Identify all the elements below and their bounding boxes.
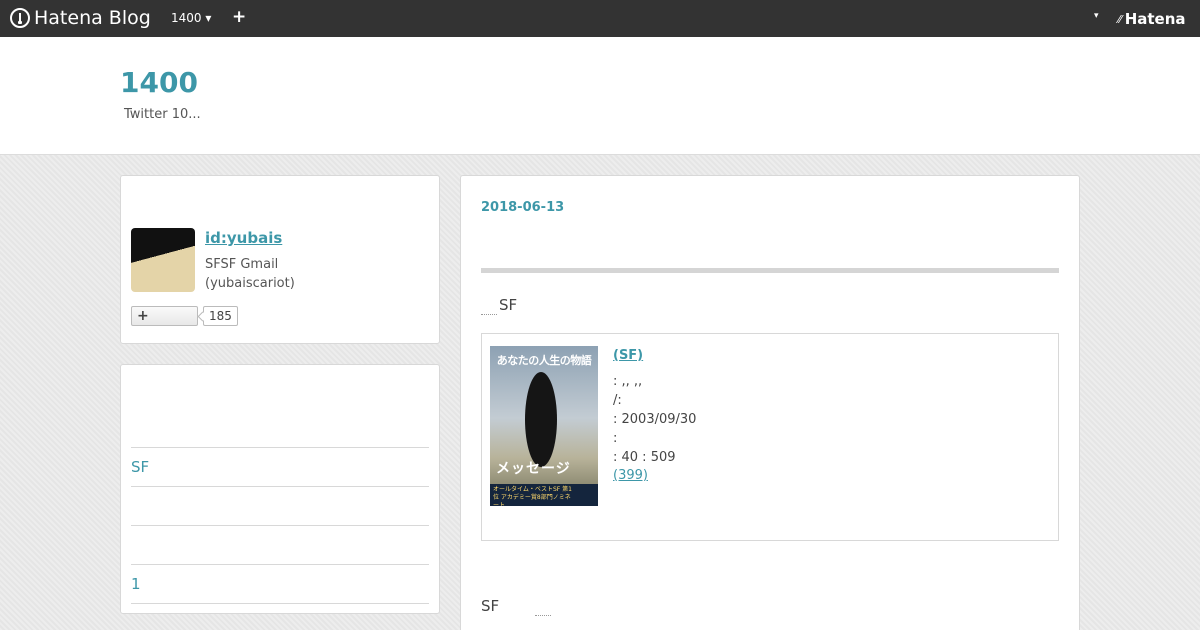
divider bbox=[131, 564, 429, 565]
book-cover[interactable]: あなたの人生の物語 メッセージ オールタイム・ベストSF 第1位 アカデミー賞8… bbox=[490, 346, 598, 506]
divider bbox=[131, 447, 429, 448]
book-stats: : 40 : 509 bbox=[613, 450, 676, 465]
profile-description: SFSF Gmail (yubaiscariot) bbox=[205, 255, 295, 293]
brand-name: Hatena Blog bbox=[34, 7, 151, 29]
hatena-circle-icon bbox=[10, 8, 30, 28]
book-media: : bbox=[613, 431, 618, 446]
post-date[interactable]: 2018-06-13 bbox=[481, 200, 564, 215]
cover-movie-title: メッセージ bbox=[496, 461, 571, 477]
category-module: SF 1 bbox=[120, 364, 440, 614]
avatar[interactable] bbox=[131, 228, 195, 292]
hatena-blog-logo[interactable]: Hatena Blog bbox=[10, 7, 151, 29]
divider bbox=[131, 486, 429, 487]
book-publisher: /: bbox=[613, 393, 622, 408]
global-header: Hatena Blog 1400 ▾ + ▾ ⁄⁄ Hatena bbox=[0, 0, 1200, 37]
divider bbox=[131, 603, 429, 604]
cover-band-text: オールタイム・ベストSF 第1位 アカデミー賞8部門ノミネート bbox=[493, 486, 572, 506]
follower-count: 185 bbox=[203, 306, 238, 326]
keyword-link[interactable] bbox=[535, 615, 551, 616]
article: 2018-06-13 SF あなたの人生の物語 メッセージ オールタイム・ベスト… bbox=[460, 175, 1080, 630]
follow-button[interactable]: + bbox=[131, 306, 198, 326]
category-item[interactable]: SF bbox=[131, 458, 149, 476]
next-section-text: SF bbox=[481, 597, 500, 615]
book-author: : ,, ,, bbox=[613, 374, 643, 389]
cover-title: あなたの人生の物語 bbox=[496, 354, 592, 367]
profile-module: id:yubais SFSF Gmail (yubaiscariot) + 18… bbox=[120, 175, 440, 344]
book-card: あなたの人生の物語 メッセージ オールタイム・ベストSF 第1位 アカデミー賞8… bbox=[481, 333, 1059, 541]
intro-text: SF bbox=[499, 296, 518, 314]
hatena-text: Hatena bbox=[1124, 10, 1186, 28]
book-release-date: : 2003/09/30 bbox=[613, 412, 697, 427]
profile-id-link[interactable]: id:yubais bbox=[205, 229, 282, 247]
title-rule bbox=[481, 268, 1059, 273]
review-count-link[interactable]: (399) bbox=[613, 468, 648, 483]
book-title-link[interactable]: (SF) bbox=[613, 348, 643, 363]
blog-header: 1400 Twitter 10... bbox=[0, 37, 1200, 155]
divider bbox=[131, 525, 429, 526]
blog-description: Twitter 10... bbox=[124, 107, 201, 122]
chevron-down-icon[interactable]: ▾ bbox=[1094, 11, 1099, 21]
cover-art bbox=[525, 372, 557, 467]
profile-desc-line: (yubaiscariot) bbox=[205, 276, 295, 291]
plus-icon[interactable]: + bbox=[232, 7, 246, 27]
blog-title[interactable]: 1400 bbox=[120, 66, 198, 99]
keyword-link[interactable] bbox=[481, 314, 497, 315]
profile-desc-line: SFSF Gmail bbox=[205, 257, 279, 272]
hatena-account-link[interactable]: ⁄⁄ Hatena bbox=[1118, 10, 1186, 28]
category-item[interactable]: 1 bbox=[131, 575, 141, 593]
blog-select-dropdown[interactable]: 1400 ▾ bbox=[171, 11, 211, 25]
hatena-mark-icon: ⁄⁄ bbox=[1118, 12, 1122, 26]
